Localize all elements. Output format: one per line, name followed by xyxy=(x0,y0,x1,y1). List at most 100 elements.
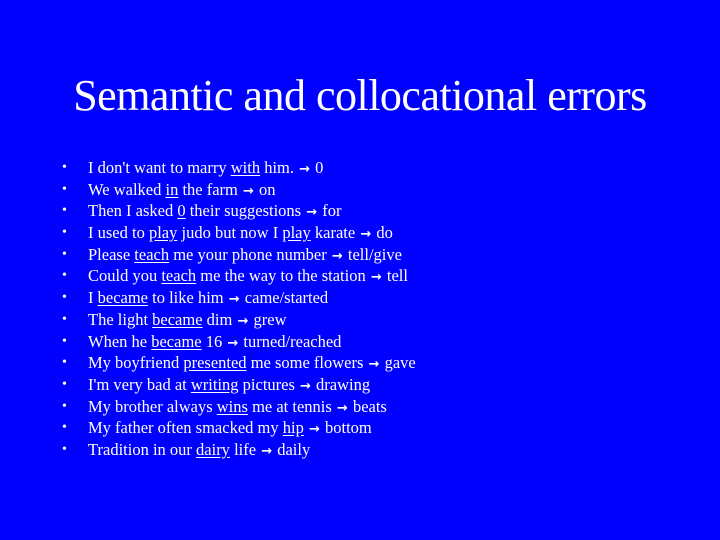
sentence-after: me the way to the station xyxy=(196,266,366,286)
error-word: writing xyxy=(190,374,239,394)
sentence-middle: judo but now I xyxy=(177,223,283,243)
example-sentence: Please teach me your phone number → tell… xyxy=(88,244,402,268)
sentence-after: the farm xyxy=(178,179,238,199)
bullet-icon: • xyxy=(62,441,67,457)
sentence-before: When he xyxy=(88,331,152,351)
arrow-right-icon: → xyxy=(308,422,320,438)
sentence-before: Please xyxy=(88,244,135,264)
example-sentence: I used to play judo but now I play karat… xyxy=(88,222,393,246)
sentence-before: We walked xyxy=(88,179,166,199)
arrow-right-icon: → xyxy=(370,270,382,286)
sentence-after: their suggestions xyxy=(185,201,302,221)
bullet-icon: • xyxy=(62,160,67,175)
example-sentence: The light became dim → grew xyxy=(88,309,286,333)
error-word: presented xyxy=(183,353,247,373)
bullet-icon: • xyxy=(62,268,67,284)
sentence-after: me at tennis xyxy=(247,396,332,416)
bullet-icon: • xyxy=(62,290,67,306)
error-word: dairy xyxy=(196,439,230,459)
sentence-after: karate xyxy=(310,223,356,243)
example-sentence: Could you teach me the way to the statio… xyxy=(88,265,408,289)
error-word: became xyxy=(152,309,203,329)
arrow-right-icon: → xyxy=(243,183,254,199)
arrow-right-icon: → xyxy=(228,292,240,308)
error-word: with xyxy=(230,158,261,177)
correction: grew xyxy=(253,309,287,329)
error-word: became xyxy=(97,288,149,308)
sentence-before: Then I asked xyxy=(88,201,178,221)
correction: 0 xyxy=(315,158,324,177)
arrow-right-icon: → xyxy=(237,313,249,329)
correction: turned/reached xyxy=(243,331,342,351)
example-sentence: Tradition in our dairy life → daily xyxy=(88,439,310,463)
error-word: play xyxy=(282,223,311,243)
sentence-after: 16 xyxy=(201,331,223,351)
bullet-icon: • xyxy=(62,181,67,197)
example-sentence: My boyfriend presented me some flowers →… xyxy=(88,352,416,376)
slide-title: Semantic and collocational errors xyxy=(73,71,647,120)
sentence-after: me your phone number xyxy=(169,244,327,264)
bullet-icon: • xyxy=(62,246,67,262)
error-word: in xyxy=(165,179,179,199)
correction: daily xyxy=(277,439,311,459)
error-word: teach xyxy=(161,266,197,286)
correction: for xyxy=(322,201,342,221)
sentence-after: to like him xyxy=(148,288,224,308)
correction: bottom xyxy=(324,418,372,438)
example-sentence: When he became 16 → turned/reached xyxy=(88,331,341,355)
sentence-before: I used to xyxy=(88,223,149,243)
correction: tell xyxy=(386,266,408,286)
error-word: play xyxy=(148,223,178,243)
example-sentence: I don't want to marry with him. → 0 xyxy=(88,157,323,181)
bullet-icon: • xyxy=(62,225,67,241)
arrow-right-icon: → xyxy=(331,248,343,264)
example-sentence: My father often smacked my hip → bottom xyxy=(88,417,372,441)
arrow-right-icon: → xyxy=(306,205,318,221)
bullet-icon: • xyxy=(62,398,67,414)
example-sentence: I'm very bad at writing pictures → drawi… xyxy=(88,374,370,398)
sentence-after: dim xyxy=(202,309,233,329)
example-sentence: We walked in the farm → on xyxy=(88,179,276,203)
sentence-before: I xyxy=(88,288,98,308)
bullet-icon: • xyxy=(62,355,67,371)
error-word: hip xyxy=(282,418,304,438)
error-word: teach xyxy=(134,244,170,264)
sentence-before: Could you xyxy=(88,266,162,286)
sentence-after: pictures xyxy=(238,374,295,394)
bullet-icon: • xyxy=(62,376,67,392)
example-sentence: Then I asked 0 their suggestions → for xyxy=(88,200,342,224)
correction: on xyxy=(259,179,276,199)
bullet-icon: • xyxy=(62,333,67,349)
correction: came/started xyxy=(244,288,329,308)
sentence-before: I'm very bad at xyxy=(88,374,191,394)
correction: tell/give xyxy=(347,244,402,264)
arrow-right-icon: → xyxy=(368,357,380,373)
correction: do xyxy=(376,223,393,243)
correction: gave xyxy=(384,353,416,373)
arrow-right-icon: → xyxy=(336,400,348,416)
correction: drawing xyxy=(316,374,371,394)
arrow-right-icon: → xyxy=(299,162,311,177)
sentence-after: me some flowers xyxy=(246,353,364,373)
example-sentence: My brother always wins me at tennis → be… xyxy=(88,396,387,420)
correction: beats xyxy=(352,396,387,416)
sentence-before: My father often smacked my xyxy=(88,418,283,438)
sentence-before: My brother always xyxy=(88,396,217,416)
arrow-right-icon: → xyxy=(227,335,239,351)
error-word: 0 xyxy=(177,201,186,221)
example-sentence: I became to like him → came/started xyxy=(88,287,328,311)
error-word: became xyxy=(151,331,202,351)
bullet-icon: • xyxy=(62,203,67,219)
sentence-before: I don't want to marry xyxy=(88,158,231,177)
sentence-before: Tradition in our xyxy=(88,439,197,459)
bullet-icon: • xyxy=(62,311,67,327)
error-word: wins xyxy=(216,396,248,416)
arrow-right-icon: → xyxy=(300,378,311,394)
sentence-before: My boyfriend xyxy=(88,353,184,373)
bullet-icon: • xyxy=(62,420,67,436)
sentence-before: The light xyxy=(88,309,153,329)
arrow-right-icon: → xyxy=(360,227,372,243)
arrow-right-icon: → xyxy=(261,443,273,459)
sentence-after: him. xyxy=(260,158,294,177)
sentence-after: life xyxy=(229,439,257,459)
